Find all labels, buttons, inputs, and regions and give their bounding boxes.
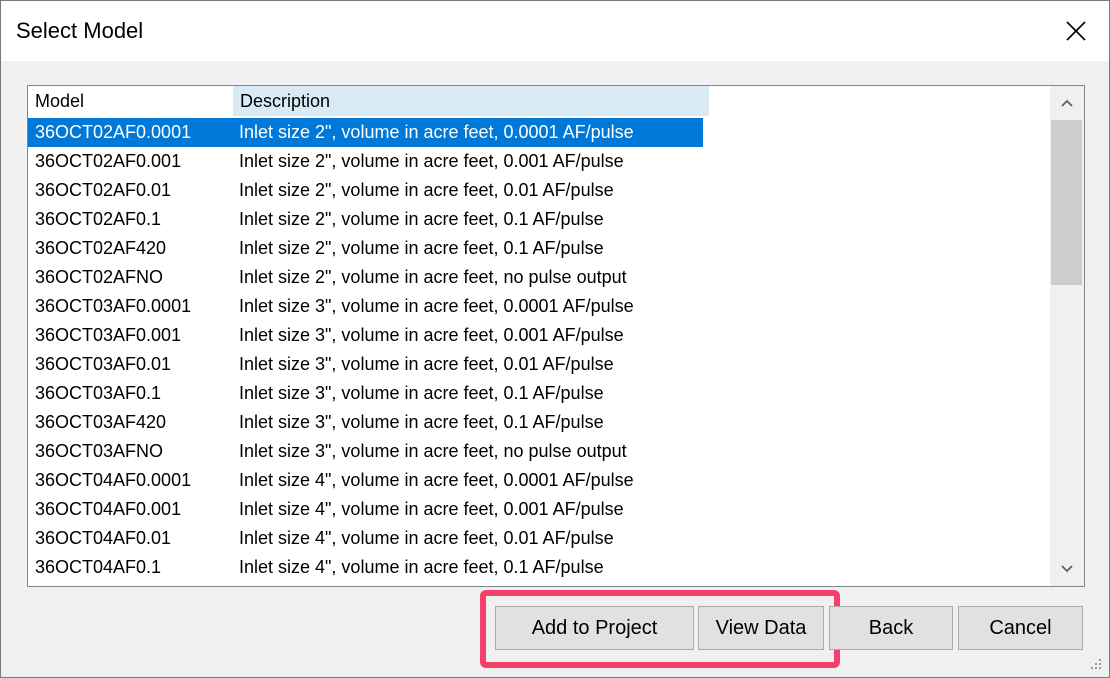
list-item[interactable]: 36OCT04AF0.0001 Inlet size 4", volume in … [28,466,703,495]
list-item[interactable]: 36OCT02AF0.001 Inlet size 2", volume in a… [28,147,703,176]
add-to-project-button[interactable]: Add to Project [495,606,694,650]
model-cell: 36OCT04AF0.01 [35,528,172,548]
description-cell: Inlet size 2", volume in acre feet, 0.1 … [239,209,604,229]
list-item[interactable]: 36OCT02AF420 Inlet size 2", volume in acr… [28,234,703,263]
description-cell: Inlet size 2", volume in acre feet, 0.00… [239,122,634,142]
description-cell: Inlet size 3", volume in acre feet, 0.01… [239,354,614,374]
dialog-title: Select Model [16,18,144,43]
list-item[interactable]: 36OCT04AF0.001 Inlet size 4", volume in a… [28,495,703,524]
list-item[interactable]: 36OCT03AF0.0001 Inlet size 3", volume in … [28,292,703,321]
description-cell: Inlet size 4", volume in acre feet, 0.1 … [239,557,604,577]
vertical-scrollbar[interactable] [1050,86,1084,586]
scroll-down-button[interactable] [1050,552,1084,586]
column-header-description[interactable]: Description [233,86,709,116]
description-cell: Inlet size 3", volume in acre feet, 0.00… [239,325,624,345]
list-item[interactable]: 36OCT02AFNO Inlet size 2", volume in acre… [28,263,703,292]
list-item[interactable]: 36OCT02AF0.01 Inlet size 2", volume in ac… [28,176,703,205]
model-cell: 36OCT04AF0.0001 [35,470,192,490]
model-cell: 36OCT02AF0.1 [35,209,162,229]
description-cell: Inlet size 3", volume in acre feet, 0.1 … [239,383,604,403]
description-cell: Inlet size 4", volume in acre feet, 0.01… [239,528,614,548]
description-cell: Inlet size 2", volume in acre feet, 0.1 … [239,238,604,258]
title-bar: Select Model [1,1,1109,61]
model-cell: 36OCT02AF0.001 [35,151,182,171]
model-list[interactable]: Model Description 36OCT02AF0.0001 Inlet s… [27,85,1085,587]
model-cell: 36OCT02AF0.0001 [35,122,192,142]
back-button[interactable]: Back [829,606,953,650]
model-cell: 36OCT03AF0.1 [35,383,162,403]
close-button[interactable] [1043,1,1109,61]
description-cell: Inlet size 2", volume in acre feet, 0.01… [239,180,614,200]
description-cell: Inlet size 3", volume in acre feet, 0.00… [239,296,634,316]
model-cell: 36OCT03AFNO [35,441,164,461]
resize-grip-icon[interactable] [1087,657,1103,673]
list-item[interactable]: 36OCT03AF0.001 Inlet size 3", volume in a… [28,321,703,350]
model-cell: 36OCT04AF0.1 [35,557,162,577]
chevron-up-icon [1061,99,1073,107]
list-header: Model Description [28,86,728,116]
scroll-up-button[interactable] [1050,86,1084,120]
list-item[interactable]: 36OCT04AF0.01 Inlet size 4", volume in ac… [28,524,703,553]
description-cell: Inlet size 3", volume in acre feet, 0.1 … [239,412,604,432]
model-cell: 36OCT03AF0.0001 [35,296,192,316]
list-item[interactable]: 36OCT03AF0.1 Inlet size 3", volume in acr… [28,379,703,408]
chevron-down-icon [1061,565,1073,573]
list-item[interactable]: 36OCT02AF0.0001 Inlet size 2", volume in … [28,118,703,147]
model-cell: 36OCT03AF0.01 [35,354,172,374]
list-item[interactable]: 36OCT02AF0.1 Inlet size 2", volume in acr… [28,205,703,234]
model-cell: 36OCT03AF420 [35,412,167,432]
model-cell: 36OCT02AFNO [35,267,164,287]
list-item[interactable]: 36OCT03AF420 Inlet size 3", volume in acr… [28,408,703,437]
description-cell: Inlet size 4", volume in acre feet, 0.00… [239,470,634,490]
description-cell: Inlet size 2", volume in acre feet, 0.00… [239,151,624,171]
description-cell: Inlet size 4", volume in acre feet, 0.00… [239,499,624,519]
close-icon [1066,21,1086,41]
scrollbar-thumb[interactable] [1051,120,1082,285]
list-rows: 36OCT02AF0.0001 Inlet size 2", volume in … [28,118,703,582]
description-cell: Inlet size 2", volume in acre feet, no p… [239,267,627,287]
list-item[interactable]: 36OCT04AF0.1 Inlet size 4", volume in acr… [28,553,703,582]
select-model-dialog: Select Model Model Description 36OCT02AF… [0,0,1110,678]
column-header-model[interactable]: Model [28,86,239,116]
model-cell: 36OCT03AF0.001 [35,325,182,345]
view-data-button[interactable]: View Data [698,606,824,650]
description-cell: Inlet size 3", volume in acre feet, no p… [239,441,627,461]
model-cell: 36OCT04AF0.001 [35,499,182,519]
list-item[interactable]: 36OCT03AFNO Inlet size 3", volume in acre… [28,437,703,466]
cancel-button[interactable]: Cancel [958,606,1083,650]
list-item[interactable]: 36OCT03AF0.01 Inlet size 3", volume in ac… [28,350,703,379]
model-cell: 36OCT02AF420 [35,238,167,258]
model-cell: 36OCT02AF0.01 [35,180,172,200]
